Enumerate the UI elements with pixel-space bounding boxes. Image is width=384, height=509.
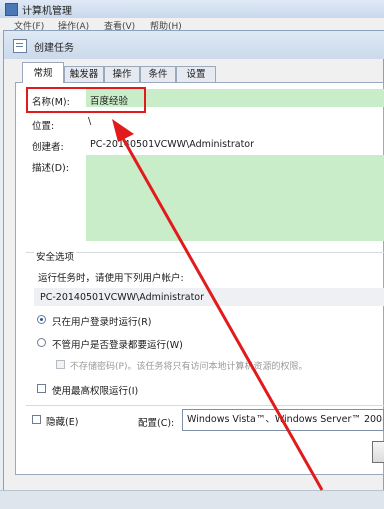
author-label: 创建者: — [32, 142, 64, 153]
no-store-password-checkbox[interactable] — [56, 360, 65, 369]
description-label: 描述(D): — [32, 163, 69, 174]
location-value: \ — [88, 116, 92, 127]
radio-run-only-logged-on-label: 只在用户登录时运行(R) — [52, 317, 152, 328]
radio-run-only-logged-on[interactable] — [37, 315, 46, 324]
configure-dropdown[interactable]: Windows Vista™、Windows Server™ 2008 — [182, 409, 384, 431]
description-textarea[interactable] — [86, 155, 384, 241]
tab-conditions[interactable]: 条件 — [140, 66, 176, 82]
parent-statusbar — [0, 490, 384, 509]
computer-management-icon — [5, 3, 18, 16]
configure-label: 配置(C): — [138, 418, 175, 429]
run-as-text: 运行任务时，请使用下列用户帐户: — [38, 273, 184, 284]
user-account-value: PC-20140501VCWW\Administrator — [40, 292, 205, 303]
divider — [26, 405, 384, 406]
no-store-password-label: 不存储密码(P)。该任务将只有访问本地计算机资源的权限。 — [70, 362, 308, 372]
tab-general[interactable]: 常规 — [22, 62, 64, 83]
radio-run-whether-logged-on[interactable] — [37, 338, 46, 347]
parent-window-title: 计算机管理 — [22, 6, 72, 17]
hidden-checkbox[interactable] — [32, 415, 41, 424]
radio-run-whether-logged-on-label: 不管用户是否登录都要运行(W) — [52, 340, 183, 351]
dialog-title: 创建任务 — [34, 43, 74, 54]
parent-window-titlebar: 计算机管理 — [0, 0, 384, 19]
tab-triggers[interactable]: 触发器 — [64, 66, 104, 82]
tab-actions[interactable]: 操作 — [104, 66, 140, 82]
location-label: 位置: — [32, 121, 55, 132]
security-options-title: 安全选项 — [34, 249, 77, 263]
tab-settings[interactable]: 设置 — [176, 66, 216, 82]
task-icon — [13, 39, 27, 53]
highlight-box — [26, 87, 146, 113]
highest-privileges-checkbox[interactable] — [37, 384, 46, 393]
author-value: PC-20140501VCWW\Administrator — [90, 139, 255, 150]
highest-privileges-label: 使用最高权限运行(I) — [52, 386, 139, 397]
ok-button-partial[interactable] — [372, 441, 384, 463]
dialog-titlebar[interactable]: 创建任务 — [4, 31, 384, 59]
hidden-label: 隐藏(E) — [46, 417, 79, 428]
